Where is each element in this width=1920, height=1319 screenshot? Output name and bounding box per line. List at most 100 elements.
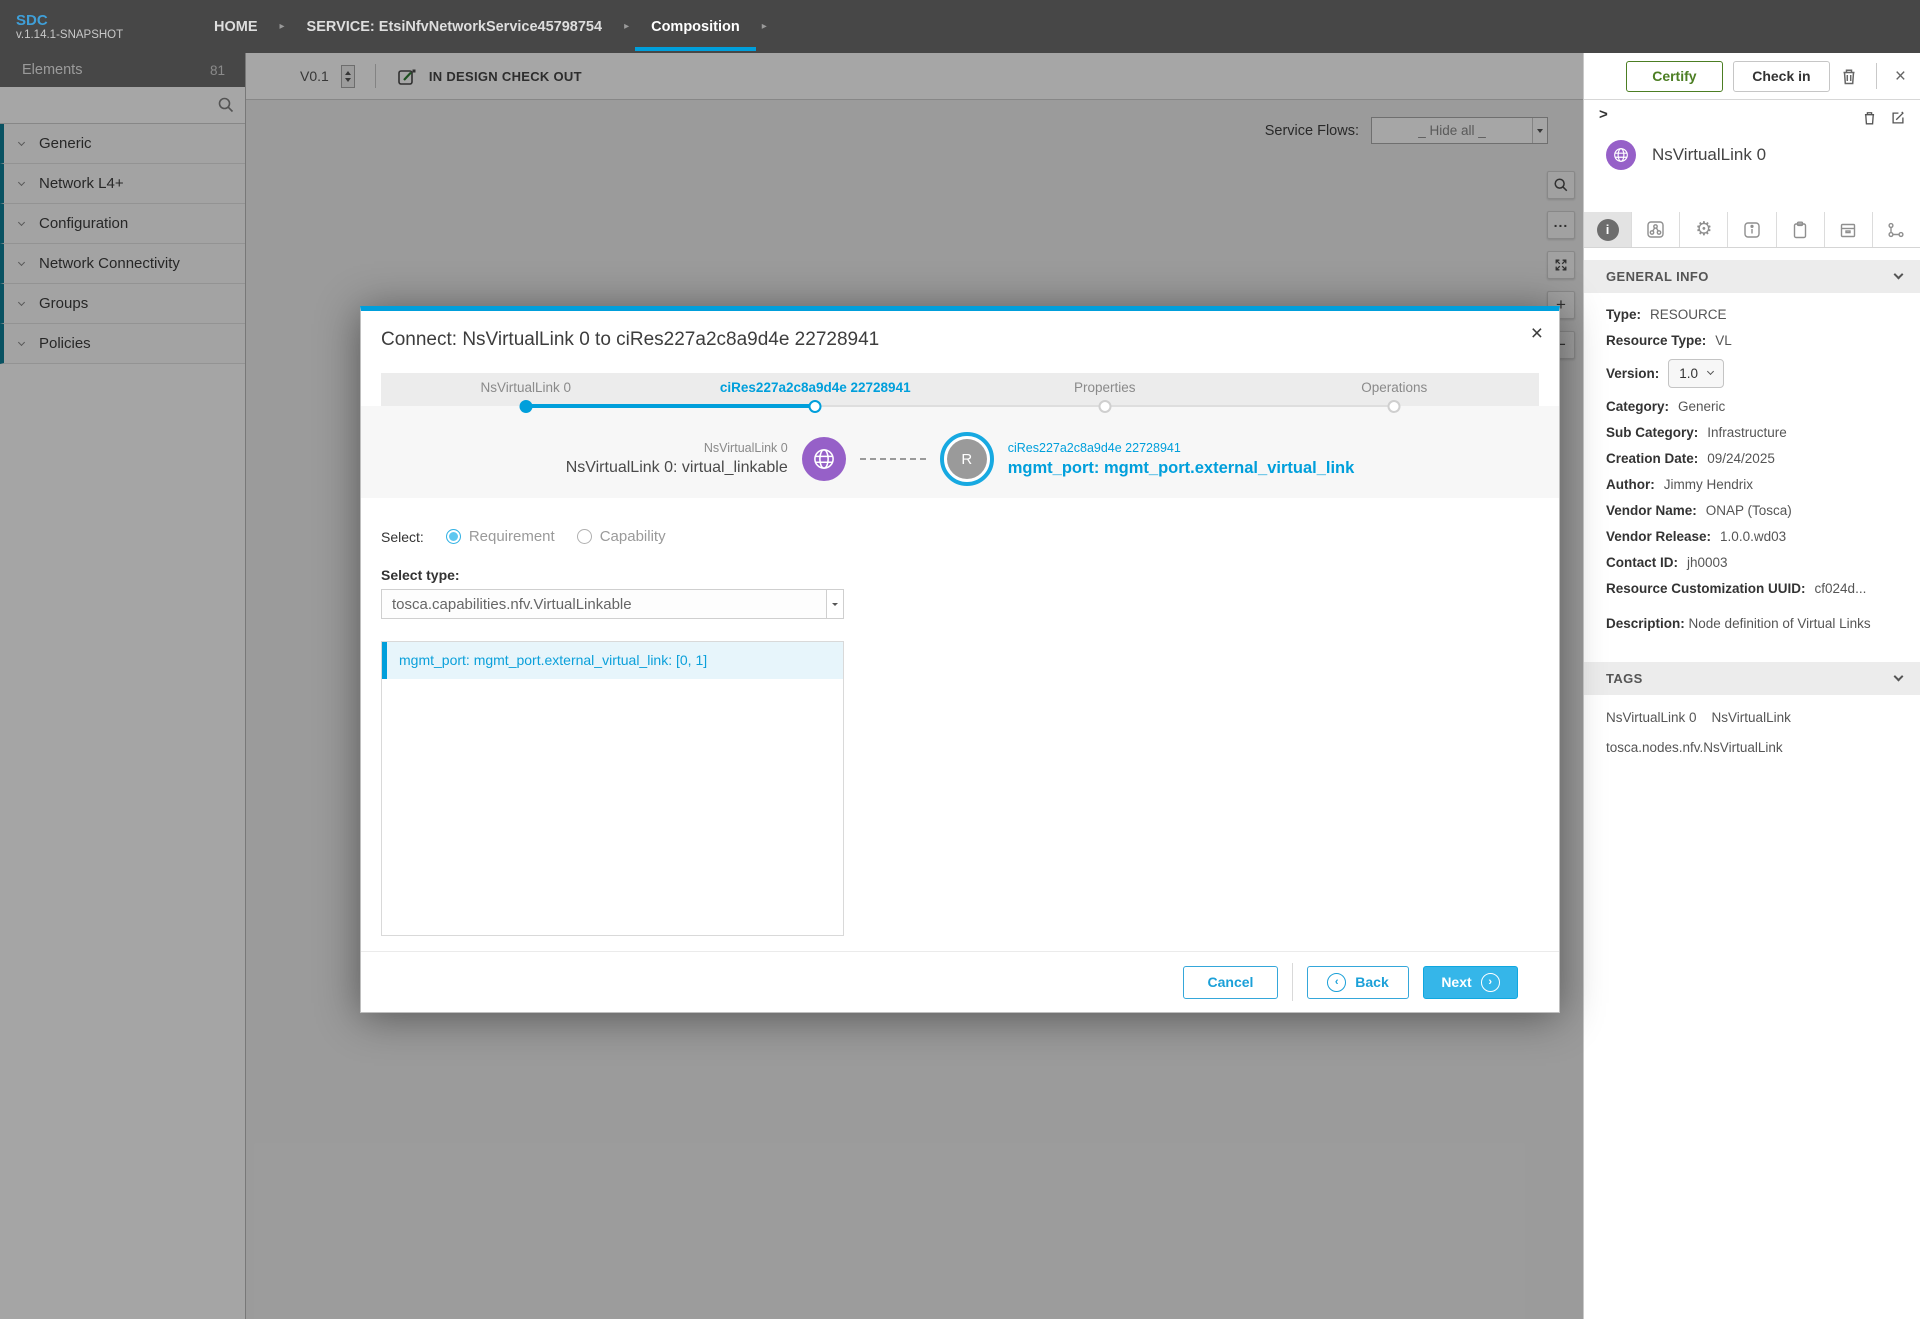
- checkin-button[interactable]: Check in: [1733, 61, 1830, 92]
- breadcrumb: HOME▸SERVICE: EtsiNfvNetworkService45798…: [214, 19, 767, 35]
- next-button[interactable]: Next ›: [1423, 966, 1518, 999]
- chevron-down-icon: [1707, 368, 1714, 375]
- info-field-label: Resource Customization UUID:: [1606, 581, 1806, 596]
- info-field: Author:Jimmy Hendrix: [1606, 477, 1904, 492]
- type-dropdown-value: tosca.capabilities.nfv.VirtualLinkable: [382, 596, 826, 613]
- delete-component-button[interactable]: [1862, 110, 1877, 126]
- info-field-value: ONAP (Tosca): [1706, 503, 1792, 518]
- target-node: R: [940, 432, 994, 486]
- tab-information-artifacts[interactable]: [1728, 212, 1776, 247]
- info-field: Type:RESOURCE: [1606, 307, 1904, 322]
- trash-icon: [1862, 110, 1877, 126]
- tab-requirements-capabilities[interactable]: [1873, 212, 1920, 247]
- modal-footer: Cancel ‹ Back Next ›: [361, 951, 1559, 1012]
- info-field-value: RESOURCE: [1650, 307, 1727, 322]
- select-type-label: Select type:: [381, 567, 1539, 583]
- breadcrumb-item[interactable]: SERVICE: EtsiNfvNetworkService45798754: [307, 19, 603, 35]
- info-field-value: VL: [1715, 333, 1732, 348]
- wizard-step[interactable]: NsVirtualLink 0: [381, 373, 671, 406]
- cancel-button[interactable]: Cancel: [1183, 966, 1278, 999]
- tag: NsVirtualLink: [1712, 710, 1791, 725]
- info-square-icon: [1742, 220, 1762, 240]
- right-panel-column: Certify Check in × >: [1583, 53, 1920, 1319]
- chevron-left-icon: ‹: [1327, 973, 1346, 992]
- wizard-step-dot: [1098, 400, 1111, 413]
- wizard-step-dot: [809, 400, 822, 413]
- info-field-label: Category:: [1606, 399, 1669, 414]
- radio-capability[interactable]: Capability: [577, 528, 666, 545]
- tab-api-artifacts[interactable]: [1825, 212, 1873, 247]
- info-field: Category:Generic: [1606, 399, 1904, 414]
- next-button-label: Next: [1441, 974, 1471, 990]
- breadcrumb-item[interactable]: Composition: [651, 19, 740, 35]
- composition-icon: [1645, 219, 1666, 240]
- tag: tosca.nodes.nfv.NsVirtualLink: [1606, 740, 1783, 755]
- source-labels: NsVirtualLink 0 NsVirtualLink 0: virtual…: [566, 441, 788, 477]
- breadcrumb-item[interactable]: HOME: [214, 19, 258, 35]
- match-list-item[interactable]: mgmt_port: mgmt_port.external_virtual_li…: [382, 642, 843, 679]
- info-field: Version: 1.0: [1606, 359, 1904, 388]
- tab-deployment-artifacts[interactable]: [1777, 212, 1825, 247]
- radio-unselected-icon[interactable]: [577, 529, 592, 544]
- tags-list: NsVirtualLink 0 NsVirtualLink tosca.nodes.…: [1584, 710, 1920, 755]
- panel-tools: [1862, 110, 1906, 126]
- info-field-value: cf024d...: [1815, 581, 1867, 596]
- collapse-panel-button[interactable]: >: [1599, 106, 1608, 123]
- step-connector-done: [526, 404, 816, 408]
- tags-section-header[interactable]: TAGS: [1584, 662, 1920, 695]
- wizard-steps: NsVirtualLink 0ciRes227a2c8a9d4e 2272894…: [381, 373, 1539, 406]
- trash-icon: [1840, 67, 1858, 86]
- info-field-value: Jimmy Hendrix: [1664, 477, 1753, 492]
- match-list: mgmt_port: mgmt_port.external_virtual_li…: [381, 641, 844, 936]
- target-detail: mgmt_port: mgmt_port.external_virtual_li…: [1008, 459, 1355, 478]
- info-icon: i: [1597, 219, 1619, 241]
- back-button[interactable]: ‹ Back: [1307, 966, 1409, 999]
- info-field-value: Infrastructure: [1707, 425, 1787, 440]
- tag: NsVirtualLink 0: [1606, 710, 1697, 725]
- top-bar: SDC v.1.14.1-SNAPSHOT HOME▸SERVICE: Etsi…: [0, 0, 1920, 53]
- description-text: Node definition of Virtual Links: [1689, 616, 1871, 631]
- info-field-value: 09/24/2025: [1707, 451, 1775, 466]
- select-row: Select: Requirement Capability: [381, 528, 1539, 545]
- close-workspace-button[interactable]: ×: [1895, 67, 1906, 86]
- actions-divider: [1876, 63, 1877, 89]
- connect-wizard-modal: Connect: NsVirtualLink 0 to ciRes227a2c8…: [360, 306, 1560, 1013]
- edit-icon: [1890, 110, 1906, 126]
- graph-icon: [1886, 220, 1906, 240]
- info-field: Resource Customization UUID: cf024d...: [1606, 581, 1904, 596]
- connection-graphic: NsVirtualLink 0 NsVirtualLink 0: virtual…: [361, 406, 1559, 498]
- info-field: Vendor Name: ONAP (Tosca): [1606, 503, 1904, 518]
- wizard-step[interactable]: ciRes227a2c8a9d4e 22728941: [671, 373, 961, 406]
- info-field-label: Vendor Name:: [1606, 503, 1697, 518]
- footer-divider: [1292, 963, 1293, 1001]
- panel-tabs: i ⚙: [1584, 212, 1920, 248]
- app-version: v.1.14.1-SNAPSHOT: [16, 29, 200, 41]
- source-detail: NsVirtualLink 0: virtual_linkable: [566, 459, 788, 477]
- tab-properties[interactable]: ⚙: [1680, 212, 1728, 247]
- info-field-label: Version:: [1606, 366, 1659, 381]
- info-field: Resource Type:VL: [1606, 333, 1904, 348]
- edit-component-button[interactable]: [1890, 110, 1906, 126]
- source-node: [802, 437, 846, 481]
- chevron-down-icon: [1894, 270, 1904, 280]
- vl-icon: [1612, 146, 1630, 164]
- chevron-right-icon: ›: [1481, 973, 1500, 992]
- lifecycle-actions-bar: Certify Check in ×: [1584, 53, 1920, 100]
- wizard-step-dot: [1388, 400, 1401, 413]
- radio-selected-icon[interactable]: [446, 529, 461, 544]
- modal-close-button[interactable]: ×: [1531, 323, 1543, 344]
- wizard-step[interactable]: Properties: [960, 373, 1250, 406]
- certify-button[interactable]: Certify: [1626, 61, 1723, 92]
- general-info-section-header[interactable]: GENERAL INFO: [1584, 260, 1920, 293]
- tag-row: tosca.nodes.nfv.NsVirtualLink: [1584, 740, 1920, 755]
- tab-general-info[interactable]: i: [1584, 212, 1632, 247]
- radio-requirement-label: Requirement: [469, 528, 555, 545]
- radio-requirement[interactable]: Requirement: [446, 528, 555, 545]
- tab-composition[interactable]: [1632, 212, 1680, 247]
- version-dropdown[interactable]: 1.0: [1668, 359, 1724, 388]
- delete-service-button[interactable]: [1840, 67, 1858, 86]
- target-labels: ciRes227a2c8a9d4e 22728941 mgmt_port: mg…: [1008, 441, 1355, 478]
- info-field: Sub Category:Infrastructure: [1606, 425, 1904, 440]
- wizard-step[interactable]: Operations: [1250, 373, 1540, 406]
- type-dropdown[interactable]: tosca.capabilities.nfv.VirtualLinkable: [381, 589, 844, 619]
